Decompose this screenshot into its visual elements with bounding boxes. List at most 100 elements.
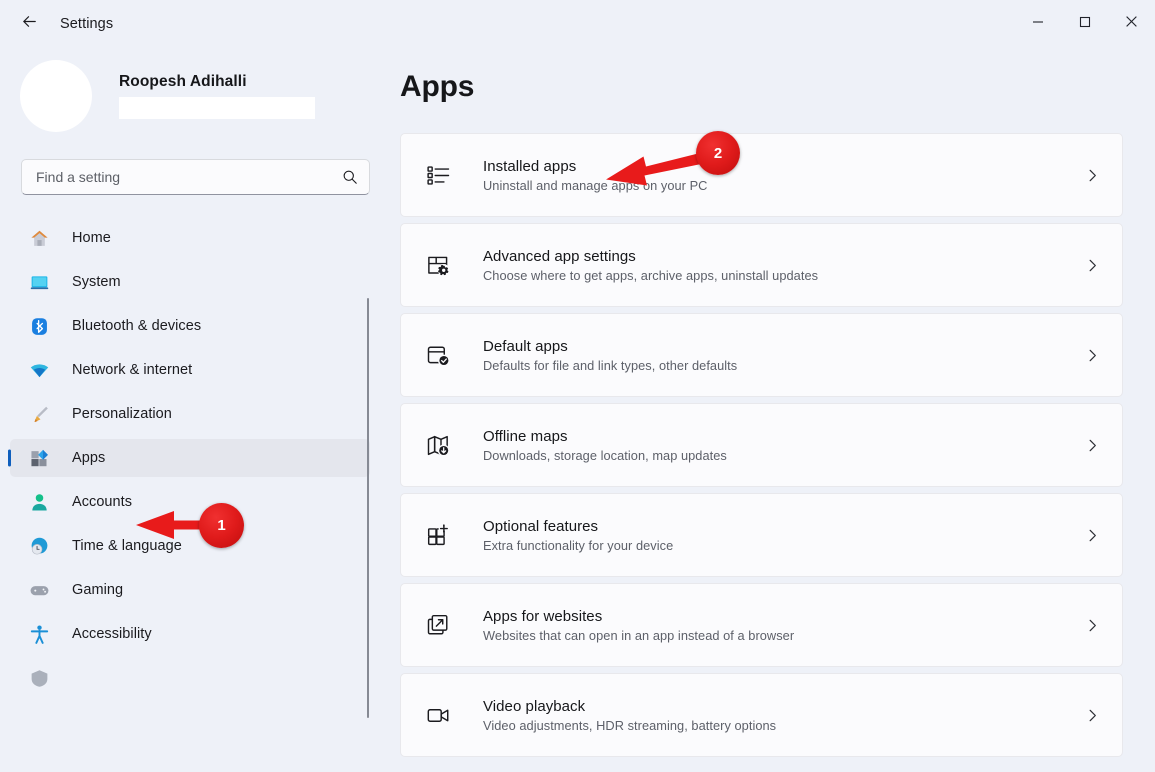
main-content: Apps Installed apps Uninstall and manage…: [396, 48, 1155, 772]
settings-card-list: Installed apps Uninstall and manage apps…: [400, 133, 1123, 757]
offline-maps-download-icon: [425, 432, 451, 458]
chevron-right-icon: [1085, 348, 1100, 363]
card-advanced-app-settings[interactable]: Advanced app settings Choose where to ge…: [400, 223, 1123, 307]
chevron-right-icon: [1085, 618, 1100, 633]
maximize-button[interactable]: [1061, 0, 1108, 48]
card-subtitle: Extra functionality for your device: [483, 537, 674, 553]
card-text: Offline maps Downloads, storage location…: [483, 428, 1085, 463]
video-playback-camera-icon: [425, 702, 451, 728]
system-icon: [28, 271, 50, 293]
card-text: Default apps Defaults for file and link …: [483, 338, 1085, 373]
card-apps-for-websites[interactable]: Apps for websites Websites that can open…: [400, 583, 1123, 667]
card-subtitle: Uninstall and manage apps on your PC: [483, 177, 708, 193]
card-text: Installed apps Uninstall and manage apps…: [483, 158, 1085, 193]
sidebar-item-system[interactable]: System: [10, 263, 370, 301]
sidebar-item-label: Accounts: [72, 494, 133, 510]
optional-features-plus-icon: [425, 522, 451, 548]
settings-window: Settings Roopesh Adihalli Find a setting…: [0, 0, 1155, 772]
time-language-icon: [28, 535, 50, 557]
maximize-icon: [1079, 15, 1091, 33]
window-body: Roopesh Adihalli Find a setting Home Sys…: [0, 48, 1155, 772]
accessibility-icon: [28, 623, 50, 645]
card-subtitle: Video adjustments, HDR streaming, batter…: [483, 717, 777, 733]
advanced-app-settings-gear-icon: [425, 252, 451, 278]
chevron-right-icon: [1085, 258, 1100, 273]
minimize-icon: [1032, 15, 1044, 33]
sidebar-item-bluetooth-devices[interactable]: Bluetooth & devices: [10, 307, 370, 345]
sidebar-item-label: Apps: [72, 450, 106, 466]
sidebar-item-home[interactable]: Home: [10, 219, 370, 257]
sidebar-scrollbar[interactable]: [367, 298, 369, 718]
back-button[interactable]: [12, 7, 46, 41]
chevron-right-icon: [1085, 438, 1100, 453]
page-title: Apps: [400, 70, 475, 103]
card-title: Installed apps: [483, 157, 577, 175]
sidebar-item-label: Home: [72, 230, 111, 246]
sidebar-item-accessibility[interactable]: Accessibility: [10, 615, 370, 653]
close-button[interactable]: [1108, 0, 1155, 48]
card-title: Default apps: [483, 337, 568, 355]
card-text: Optional features Extra functionality fo…: [483, 518, 1085, 553]
bluetooth-icon: [28, 315, 50, 337]
paintbrush-icon: [28, 403, 50, 425]
back-arrow-icon: [20, 12, 39, 36]
sidebar-item-privacy-security[interactable]: [10, 659, 370, 697]
card-subtitle: Choose where to get apps, archive apps, …: [483, 267, 819, 283]
card-text: Advanced app settings Choose where to ge…: [483, 248, 1085, 283]
sidebar-item-apps[interactable]: Apps: [10, 439, 370, 477]
card-subtitle: Defaults for file and link types, other …: [483, 357, 738, 373]
apps-icon: [28, 447, 50, 469]
sidebar-item-label: Time & language: [72, 538, 182, 554]
card-title: Advanced app settings: [483, 247, 636, 265]
sidebar-item-label: Gaming: [72, 582, 124, 598]
sidebar-nav: Home System Bluetooth & devices Network …: [0, 213, 396, 743]
card-subtitle: Websites that can open in an app instead…: [483, 627, 795, 643]
search-box[interactable]: [21, 159, 370, 195]
avatar: [20, 60, 92, 132]
default-apps-check-icon: [425, 342, 451, 368]
sidebar-item-time-language[interactable]: Time & language: [10, 527, 370, 565]
card-text: Video playback Video adjustments, HDR st…: [483, 698, 1085, 733]
card-title: Optional features: [483, 517, 599, 535]
sidebar: Roopesh Adihalli Find a setting Home Sys…: [0, 48, 396, 772]
card-offline-maps[interactable]: Offline maps Downloads, storage location…: [400, 403, 1123, 487]
minimize-button[interactable]: [1014, 0, 1061, 48]
sidebar-item-label: Network & internet: [72, 362, 193, 378]
search-input[interactable]: [36, 169, 342, 185]
card-title: Offline maps: [483, 427, 568, 445]
card-optional-features[interactable]: Optional features Extra functionality fo…: [400, 493, 1123, 577]
card-video-playback[interactable]: Video playback Video adjustments, HDR st…: [400, 673, 1123, 757]
apps-for-websites-external-icon: [425, 612, 451, 638]
accounts-icon: [28, 491, 50, 513]
gaming-icon: [28, 579, 50, 601]
profile-email-redacted: [119, 97, 315, 119]
sidebar-item-network-internet[interactable]: Network & internet: [10, 351, 370, 389]
installed-apps-list-icon: [425, 162, 451, 188]
title-bar: Settings: [0, 0, 1155, 48]
profile-text: Roopesh Adihalli: [119, 73, 315, 119]
card-subtitle: Downloads, storage location, map updates: [483, 447, 727, 463]
home-icon: [28, 227, 50, 249]
sidebar-item-label: Personalization: [72, 406, 172, 422]
window-controls: [1014, 0, 1155, 48]
card-title: Video playback: [483, 697, 586, 715]
sidebar-item-label: System: [72, 274, 121, 290]
close-icon: [1125, 15, 1138, 33]
search-icon: [342, 169, 358, 185]
profile-name: Roopesh Adihalli: [119, 73, 247, 90]
card-text: Apps for websites Websites that can open…: [483, 608, 1085, 643]
sidebar-item-gaming[interactable]: Gaming: [10, 571, 370, 609]
chevron-right-icon: [1085, 708, 1100, 723]
card-title: Apps for websites: [483, 607, 603, 625]
sidebar-item-label: Accessibility: [72, 626, 152, 642]
sidebar-item-label: Bluetooth & devices: [72, 318, 202, 334]
card-default-apps[interactable]: Default apps Defaults for file and link …: [400, 313, 1123, 397]
user-profile[interactable]: Roopesh Adihalli: [0, 48, 396, 132]
chevron-right-icon: [1085, 168, 1100, 183]
card-installed-apps[interactable]: Installed apps Uninstall and manage apps…: [400, 133, 1123, 217]
privacy-shield-icon: [28, 667, 50, 689]
window-title: Settings: [60, 16, 114, 32]
sidebar-item-accounts[interactable]: Accounts: [10, 483, 370, 521]
chevron-right-icon: [1085, 528, 1100, 543]
sidebar-item-personalization[interactable]: Personalization: [10, 395, 370, 433]
